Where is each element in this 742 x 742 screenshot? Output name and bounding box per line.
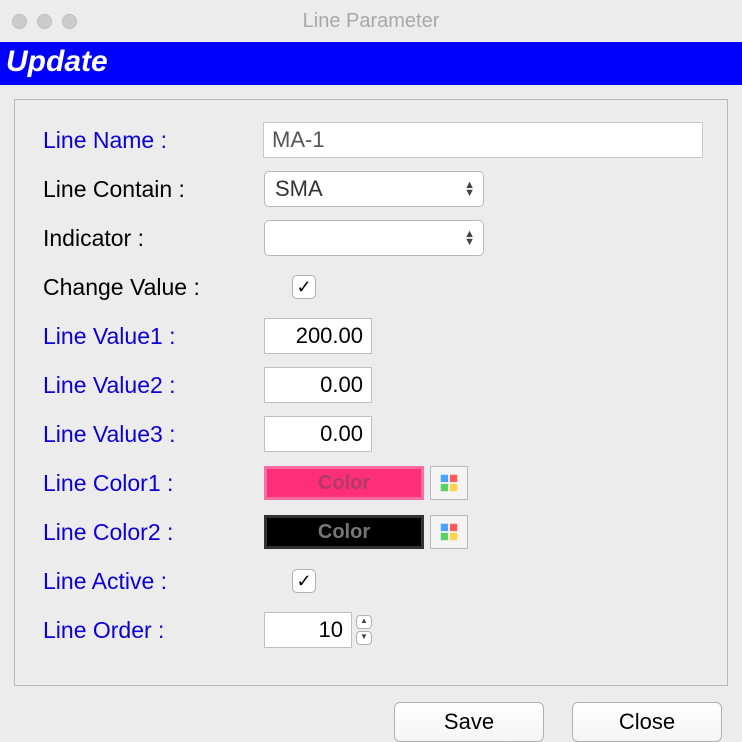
line-value2-label: Line Value2 : [39, 372, 264, 399]
window-title: Line Parameter [0, 10, 742, 33]
indicator-label: Indicator : [39, 225, 264, 252]
close-window-icon[interactable] [12, 14, 27, 29]
line-contain-select[interactable]: SMA ▲▼ [264, 171, 484, 207]
indicator-select[interactable]: ▲▼ [264, 220, 484, 256]
line-contain-value: SMA [275, 176, 323, 202]
save-button[interactable]: Save [394, 702, 544, 742]
line-active-label: Line Active : [39, 568, 264, 595]
line-name-input[interactable] [263, 122, 703, 158]
minimize-window-icon[interactable] [37, 14, 52, 29]
line-color2-button[interactable]: Color [264, 515, 424, 549]
line-order-label: Line Order : [39, 617, 264, 644]
chevron-updown-icon: ▲▼ [464, 230, 475, 246]
close-button[interactable]: Close [572, 702, 722, 742]
line-color1-label: Line Color1 : [39, 470, 264, 497]
chevron-updown-icon: ▲▼ [464, 181, 475, 197]
zoom-window-icon[interactable] [62, 14, 77, 29]
line-value3-label: Line Value3 : [39, 421, 264, 448]
line-color2-label: Line Color2 : [39, 519, 264, 546]
line-color1-picker-button[interactable] [430, 466, 468, 500]
line-name-label: Line Name : [39, 127, 263, 154]
stepper-up-button[interactable]: ▲ [356, 615, 372, 629]
form-panel: Line Name : Line Contain : SMA ▲▼ Indica… [14, 99, 728, 686]
window-controls [12, 14, 77, 29]
line-value1-label: Line Value1 : [39, 323, 264, 350]
section-header: Update [0, 42, 742, 85]
line-color1-button[interactable]: Color [264, 466, 424, 500]
line-order-stepper: ▲ ▼ [356, 615, 372, 645]
change-value-label: Change Value : [39, 274, 264, 301]
window-titlebar: Line Parameter [0, 0, 742, 42]
line-value2-input[interactable] [264, 367, 372, 403]
line-value1-input[interactable] [264, 318, 372, 354]
color-picker-icon [438, 521, 460, 543]
change-value-checkbox[interactable]: ✓ [292, 275, 316, 299]
line-contain-label: Line Contain : [39, 176, 264, 203]
line-value3-input[interactable] [264, 416, 372, 452]
color-picker-icon [438, 472, 460, 494]
dialog-buttons: Save Close [0, 700, 742, 742]
stepper-down-button[interactable]: ▼ [356, 631, 372, 645]
line-order-input[interactable] [264, 612, 352, 648]
line-color2-picker-button[interactable] [430, 515, 468, 549]
line-active-checkbox[interactable]: ✓ [292, 569, 316, 593]
